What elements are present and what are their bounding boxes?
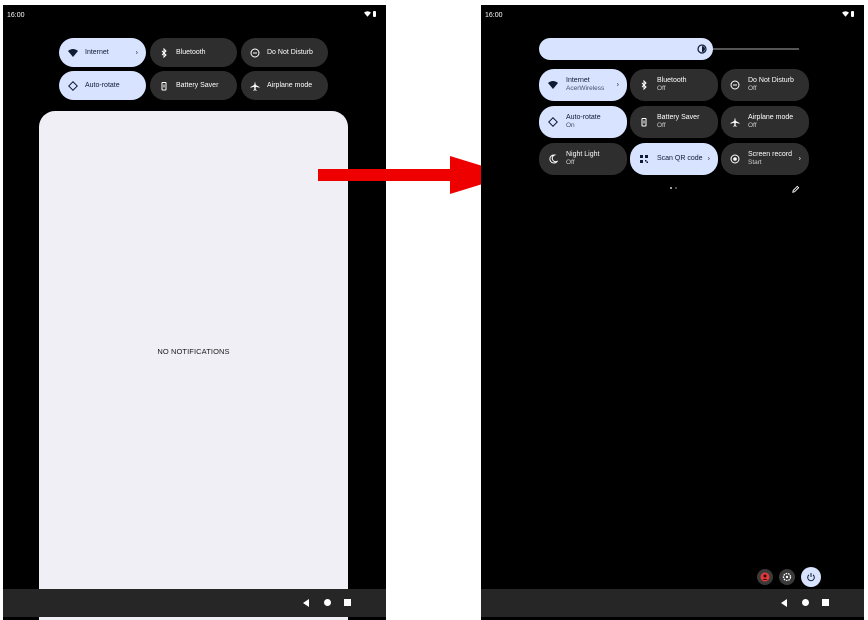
wifi-status-icon — [364, 11, 371, 17]
tile-auto-rotate[interactable]: Auto-rotate On — [539, 106, 627, 138]
tile-subtitle: AcerWireless — [566, 85, 605, 92]
user-button[interactable] — [757, 569, 773, 585]
chevron-right-icon: › — [798, 155, 801, 163]
tile-subtitle: Off — [657, 122, 666, 129]
tile-scan-qr-code[interactable]: Scan QR code › — [630, 143, 718, 175]
recents-icon[interactable] — [822, 599, 829, 606]
tile-night-light[interactable]: Night Light Off — [539, 143, 627, 175]
rotate-icon — [67, 80, 79, 92]
battery-icon — [638, 116, 650, 128]
tile-subtitle: Start — [748, 159, 762, 166]
moon-icon — [547, 153, 559, 165]
brightness-track[interactable] — [713, 48, 799, 50]
do-not-disturb-icon — [729, 79, 741, 91]
bluetooth-icon — [158, 47, 170, 59]
power-icon — [807, 573, 815, 582]
tile-title: Screen record — [748, 151, 792, 158]
back-icon[interactable] — [781, 599, 787, 607]
tile-battery-saver[interactable]: Battery Saver — [150, 71, 237, 100]
home-icon[interactable] — [324, 599, 331, 606]
tile-subtitle: Off — [748, 122, 757, 129]
tile-internet[interactable]: Internet › — [59, 38, 146, 67]
tile-bluetooth[interactable]: Bluetooth — [150, 38, 237, 67]
tile-internet[interactable]: Internet AcerWireless › — [539, 69, 627, 101]
chevron-right-icon: › — [707, 155, 710, 163]
power-button[interactable] — [801, 567, 821, 587]
bluetooth-icon — [638, 79, 650, 91]
tile-label: Do Not Disturb — [267, 49, 313, 56]
pencil-icon[interactable] — [791, 185, 800, 194]
battery-status-icon — [851, 11, 854, 17]
navigation-bar — [481, 589, 864, 617]
tile-subtitle: Off — [657, 85, 666, 92]
do-not-disturb-icon — [249, 47, 261, 59]
wifi-icon — [547, 79, 559, 91]
left-screen: 16:00 Internet › Bluetooth Do Not Distur… — [3, 5, 386, 620]
gear-icon — [782, 572, 792, 582]
tile-airplane-mode[interactable]: Airplane mode — [241, 71, 328, 100]
tile-do-not-disturb[interactable]: Do Not Disturb Off — [721, 69, 809, 101]
tile-title: Auto-rotate — [566, 114, 601, 121]
page-indicator — [670, 187, 677, 189]
tile-label: Bluetooth — [176, 49, 206, 56]
tile-screen-record[interactable]: Screen record Start › — [721, 143, 809, 175]
tile-subtitle: Off — [566, 159, 575, 166]
tile-title: Bluetooth — [657, 77, 687, 84]
recents-icon[interactable] — [344, 599, 351, 606]
airplane-icon — [729, 116, 741, 128]
brightness-slider[interactable] — [539, 38, 713, 60]
battery-status-icon — [373, 11, 376, 17]
chevron-right-icon: › — [135, 49, 138, 56]
tile-title: Do Not Disturb — [748, 77, 794, 84]
chevron-right-icon: › — [616, 81, 619, 89]
tile-title: Internet — [566, 77, 590, 84]
navigation-bar — [3, 589, 386, 617]
no-notifications-text: NO NOTIFICATIONS — [157, 347, 230, 356]
right-screen: 16:00 Internet AcerWireless › Bluetooth Of… — [481, 5, 864, 620]
tile-title: Airplane mode — [748, 114, 794, 121]
qr-code-icon — [638, 153, 650, 165]
status-icons — [364, 11, 376, 17]
tile-airplane-mode[interactable]: Airplane mode Off — [721, 106, 809, 138]
status-time: 16:00 — [485, 12, 503, 19]
tile-bluetooth[interactable]: Bluetooth Off — [630, 69, 718, 101]
settings-button[interactable] — [779, 569, 795, 585]
tile-title: Battery Saver — [657, 114, 700, 121]
user-icon — [760, 572, 770, 582]
record-icon — [729, 153, 741, 165]
tile-do-not-disturb[interactable]: Do Not Disturb — [241, 38, 328, 67]
home-icon[interactable] — [802, 599, 809, 606]
status-icons — [842, 11, 854, 17]
back-icon[interactable] — [303, 599, 309, 607]
tile-title: Scan QR code — [657, 155, 703, 162]
rotate-icon — [547, 116, 559, 128]
tile-label: Auto-rotate — [85, 82, 120, 89]
wifi-icon — [67, 47, 79, 59]
tile-subtitle: On — [566, 122, 575, 129]
tile-label: Airplane mode — [267, 82, 313, 89]
notification-panel: NO NOTIFICATIONS — [39, 111, 348, 620]
brightness-icon — [697, 44, 707, 54]
wifi-status-icon — [842, 11, 849, 17]
battery-icon — [158, 80, 170, 92]
tile-battery-saver[interactable]: Battery Saver Off — [630, 106, 718, 138]
tile-title: Night Light — [566, 151, 600, 158]
tile-subtitle: Off — [748, 85, 757, 92]
tile-label: Internet — [85, 49, 109, 56]
status-time: 16:00 — [7, 12, 25, 19]
tile-auto-rotate[interactable]: Auto-rotate — [59, 71, 146, 100]
airplane-icon — [249, 80, 261, 92]
tile-label: Battery Saver — [176, 82, 219, 89]
